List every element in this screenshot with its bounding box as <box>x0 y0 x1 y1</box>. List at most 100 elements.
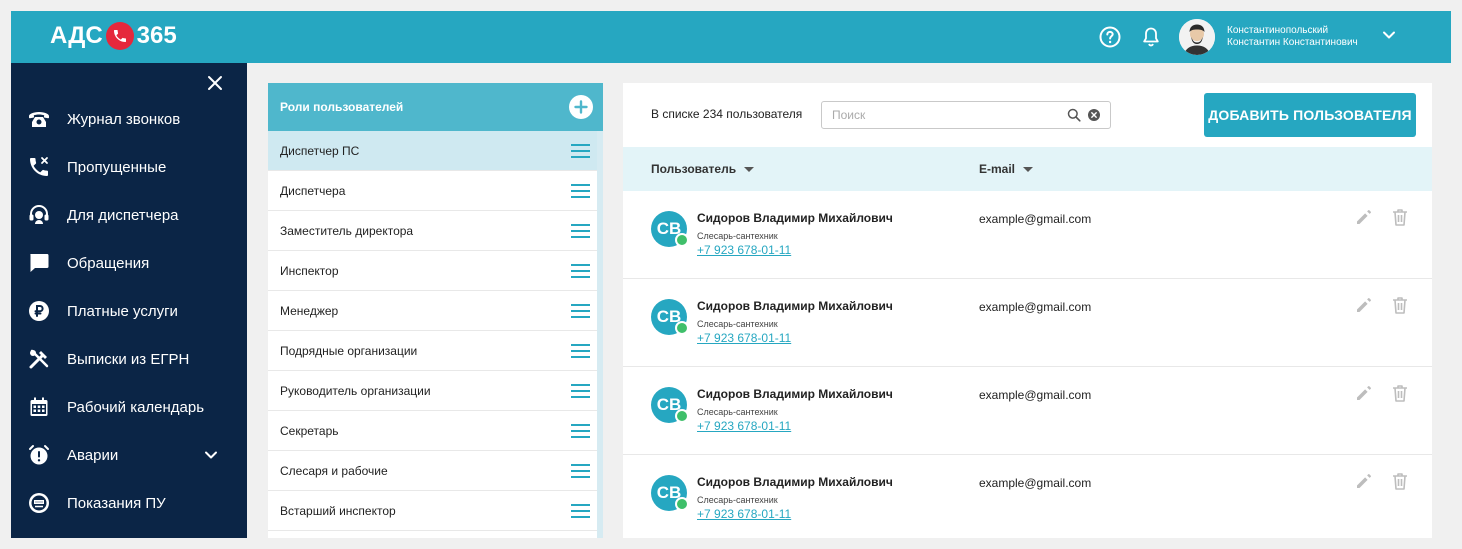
sidebar-item-label: Аварии <box>67 446 119 464</box>
sidebar-item-label: Для диспетчера <box>67 206 179 224</box>
user-email: example@gmail.com <box>979 388 1092 402</box>
users-panel: В списке 234 пользователя ДОБАВИТЬ ПОЛЬЗ… <box>623 83 1432 538</box>
status-badge <box>675 409 689 423</box>
user-phone-link[interactable]: +7 923 678-01-11 <box>697 507 791 521</box>
status-badge <box>675 321 689 335</box>
plus-icon <box>574 100 588 114</box>
logo-text-left: АДС <box>50 22 103 49</box>
menu-icon[interactable] <box>571 304 590 318</box>
user-phone-link[interactable]: +7 923 678-01-11 <box>697 243 791 257</box>
table-row: СВ Сидоров Владимир Михайлович Слесарь-с… <box>623 367 1432 455</box>
role-label: Инспектор <box>280 263 339 278</box>
add-user-button[interactable]: ДОБАВИТЬ ПОЛЬЗОВАТЕЛЯ <box>1204 93 1416 137</box>
app-logo[interactable]: АДС 365 <box>50 22 177 50</box>
tools-icon <box>27 347 51 371</box>
user-last-name: Константинопольский <box>1227 25 1329 36</box>
table-row: СВ Сидоров Владимир Михайлович Слесарь-с… <box>623 455 1432 538</box>
close-icon[interactable] <box>205 73 225 93</box>
role-label: Заместитель директора <box>280 223 414 238</box>
meter-icon <box>27 491 51 515</box>
trash-icon[interactable] <box>1390 383 1410 403</box>
search-icon[interactable] <box>1067 108 1081 122</box>
role-item[interactable]: Встарший инспектор <box>268 491 597 531</box>
clear-icon[interactable] <box>1088 109 1100 121</box>
user-full-name: Сидоров Владимир Михайлович <box>697 387 893 401</box>
trash-icon[interactable] <box>1390 471 1410 491</box>
sidebar-item-accidents[interactable]: Аварии <box>11 435 247 475</box>
user-position: Слесарь-сантехник <box>697 407 778 417</box>
chevron-down-icon[interactable] <box>201 445 221 465</box>
sidebar-item-paid-services[interactable]: Платные услуги <box>11 291 247 331</box>
sidebar-item-label: Выписки из ЕГРН <box>67 350 190 368</box>
user-avatar[interactable] <box>1179 19 1215 55</box>
roles-scrollbar[interactable] <box>597 131 603 538</box>
sidebar-item-meter-readings[interactable]: Показания ПУ <box>11 483 247 523</box>
users-count: В списке 234 пользователя <box>651 107 803 121</box>
role-item[interactable]: Секретарь <box>268 411 597 451</box>
calendar-icon <box>27 395 51 419</box>
menu-icon[interactable] <box>571 384 590 398</box>
user-full-name: Сидоров Владимир Михайлович <box>697 475 893 489</box>
user-name[interactable]: Константинопольский Константин Константи… <box>1227 25 1358 49</box>
help-icon[interactable] <box>1098 25 1122 49</box>
phone-icon <box>27 107 51 131</box>
table-header: Пользователь E-mail <box>623 147 1432 191</box>
menu-icon[interactable] <box>571 144 590 158</box>
role-label: Слесаря и рабочие <box>280 463 388 478</box>
sidebar-item-egrn[interactable]: Выписки из ЕГРН <box>11 339 247 379</box>
edit-icon[interactable] <box>1355 208 1373 226</box>
sidebar-item-calendar[interactable]: Рабочий календарь <box>11 387 247 427</box>
role-item[interactable]: Заместитель директора <box>268 211 597 251</box>
role-item[interactable]: Диспетчера <box>268 171 597 211</box>
role-label: Встарший инспектор <box>280 503 396 518</box>
role-label: Подрядные организации <box>280 343 418 358</box>
edit-icon[interactable] <box>1355 384 1373 402</box>
add-role-button[interactable] <box>569 95 593 119</box>
missed-call-icon <box>27 155 51 179</box>
column-header-user[interactable]: Пользователь <box>651 162 755 176</box>
edit-icon[interactable] <box>1355 296 1373 314</box>
sidebar-item-missed[interactable]: Пропущенные <box>11 147 247 187</box>
role-item[interactable]: Слесаря и рабочие <box>268 451 597 491</box>
user-first-name: Константин Константинович <box>1227 37 1358 48</box>
menu-icon[interactable] <box>571 424 590 438</box>
sidebar-item-label: Журнал звонков <box>67 110 181 128</box>
status-badge <box>675 497 689 511</box>
menu-icon[interactable] <box>571 504 590 518</box>
menu-icon[interactable] <box>571 344 590 358</box>
chevron-down-icon[interactable] <box>1379 25 1399 45</box>
sidebar: Журнал звонков Пропущенные Для диспетчер… <box>11 63 247 538</box>
menu-icon[interactable] <box>571 224 590 238</box>
role-item[interactable]: Менеджер <box>268 291 597 331</box>
top-bar: АДС 365 Константинопольский Константин К… <box>11 11 1451 63</box>
bell-icon[interactable] <box>1139 25 1163 49</box>
menu-icon[interactable] <box>571 264 590 278</box>
user-position: Слесарь-сантехник <box>697 495 778 505</box>
sidebar-item-call-log[interactable]: Журнал звонков <box>11 99 247 139</box>
edit-icon[interactable] <box>1355 472 1373 490</box>
user-phone-link[interactable]: +7 923 678-01-11 <box>697 419 791 433</box>
role-item[interactable]: Инспектор <box>268 251 597 291</box>
trash-icon[interactable] <box>1390 207 1410 227</box>
sidebar-item-dispatcher[interactable]: Для диспетчера <box>11 195 247 235</box>
column-header-email[interactable]: E-mail <box>979 162 1034 176</box>
user-email: example@gmail.com <box>979 300 1092 314</box>
user-email: example@gmail.com <box>979 212 1092 226</box>
logo-phone-icon <box>105 22 134 50</box>
user-position: Слесарь-сантехник <box>697 319 778 329</box>
roles-panel: Роли пользователей Диспетчер ПС Диспетче… <box>268 83 603 538</box>
search-input[interactable] <box>832 107 1062 123</box>
search-box[interactable] <box>821 101 1111 129</box>
role-item[interactable]: Диспетчер ПС <box>268 131 597 171</box>
trash-icon[interactable] <box>1390 295 1410 315</box>
role-item[interactable]: Подрядные организации <box>268 331 597 371</box>
role-item[interactable]: Руководитель организации <box>268 371 597 411</box>
sidebar-item-appeals[interactable]: Обращения <box>11 243 247 283</box>
sidebar-item-label: Обращения <box>67 254 150 272</box>
user-phone-link[interactable]: +7 923 678-01-11 <box>697 331 791 345</box>
sidebar-item-label: Рабочий календарь <box>67 398 205 416</box>
menu-icon[interactable] <box>571 464 590 478</box>
role-label: Секретарь <box>280 423 339 438</box>
user-position: Слесарь-сантехник <box>697 231 778 241</box>
menu-icon[interactable] <box>571 184 590 198</box>
